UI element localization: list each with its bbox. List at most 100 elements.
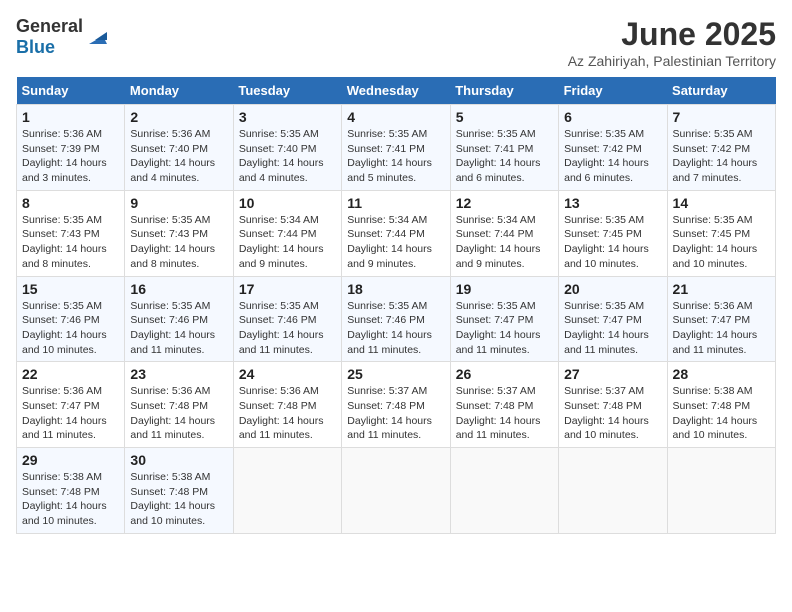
day-info: Sunrise: 5:37 AMSunset: 7:48 PMDaylight:…: [564, 385, 649, 441]
day-number: 8: [22, 195, 119, 211]
header-saturday: Saturday: [667, 77, 775, 105]
day-cell-29: 29 Sunrise: 5:38 AMSunset: 7:48 PMDaylig…: [17, 448, 125, 534]
day-cell-1: 1 Sunrise: 5:36 AMSunset: 7:39 PMDayligh…: [17, 105, 125, 191]
day-number: 4: [347, 109, 444, 125]
day-info: Sunrise: 5:36 AMSunset: 7:40 PMDaylight:…: [130, 128, 215, 184]
day-info: Sunrise: 5:35 AMSunset: 7:41 PMDaylight:…: [456, 128, 541, 184]
day-number: 11: [347, 195, 444, 211]
day-info: Sunrise: 5:35 AMSunset: 7:42 PMDaylight:…: [673, 128, 758, 184]
logo-blue: Blue: [16, 37, 55, 57]
title-block: June 2025 Az Zahiriyah, Palestinian Terr…: [568, 16, 776, 69]
empty-cell: [559, 448, 667, 534]
day-number: 28: [673, 366, 770, 382]
day-info: Sunrise: 5:38 AMSunset: 7:48 PMDaylight:…: [22, 471, 107, 527]
day-cell-15: 15 Sunrise: 5:35 AMSunset: 7:46 PMDaylig…: [17, 276, 125, 362]
day-info: Sunrise: 5:35 AMSunset: 7:46 PMDaylight:…: [130, 300, 215, 356]
day-cell-28: 28 Sunrise: 5:38 AMSunset: 7:48 PMDaylig…: [667, 362, 775, 448]
day-cell-24: 24 Sunrise: 5:36 AMSunset: 7:48 PMDaylig…: [233, 362, 341, 448]
day-info: Sunrise: 5:37 AMSunset: 7:48 PMDaylight:…: [347, 385, 432, 441]
day-number: 19: [456, 281, 553, 297]
day-info: Sunrise: 5:36 AMSunset: 7:47 PMDaylight:…: [673, 300, 758, 356]
day-info: Sunrise: 5:35 AMSunset: 7:46 PMDaylight:…: [22, 300, 107, 356]
day-number: 1: [22, 109, 119, 125]
day-number: 14: [673, 195, 770, 211]
day-info: Sunrise: 5:35 AMSunset: 7:46 PMDaylight:…: [239, 300, 324, 356]
day-cell-17: 17 Sunrise: 5:35 AMSunset: 7:46 PMDaylig…: [233, 276, 341, 362]
day-cell-11: 11 Sunrise: 5:34 AMSunset: 7:44 PMDaylig…: [342, 190, 450, 276]
day-cell-2: 2 Sunrise: 5:36 AMSunset: 7:40 PMDayligh…: [125, 105, 233, 191]
day-info: Sunrise: 5:35 AMSunset: 7:47 PMDaylight:…: [564, 300, 649, 356]
day-number: 27: [564, 366, 661, 382]
calendar-table: Sunday Monday Tuesday Wednesday Thursday…: [16, 77, 776, 534]
day-number: 12: [456, 195, 553, 211]
day-cell-9: 9 Sunrise: 5:35 AMSunset: 7:43 PMDayligh…: [125, 190, 233, 276]
header-tuesday: Tuesday: [233, 77, 341, 105]
day-info: Sunrise: 5:35 AMSunset: 7:42 PMDaylight:…: [564, 128, 649, 184]
day-cell-5: 5 Sunrise: 5:35 AMSunset: 7:41 PMDayligh…: [450, 105, 558, 191]
calendar-week-2: 8 Sunrise: 5:35 AMSunset: 7:43 PMDayligh…: [17, 190, 776, 276]
day-cell-13: 13 Sunrise: 5:35 AMSunset: 7:45 PMDaylig…: [559, 190, 667, 276]
day-cell-14: 14 Sunrise: 5:35 AMSunset: 7:45 PMDaylig…: [667, 190, 775, 276]
logo-icon: [85, 26, 107, 48]
day-number: 22: [22, 366, 119, 382]
day-info: Sunrise: 5:35 AMSunset: 7:41 PMDaylight:…: [347, 128, 432, 184]
day-number: 30: [130, 452, 227, 468]
day-cell-20: 20 Sunrise: 5:35 AMSunset: 7:47 PMDaylig…: [559, 276, 667, 362]
day-cell-12: 12 Sunrise: 5:34 AMSunset: 7:44 PMDaylig…: [450, 190, 558, 276]
calendar-week-4: 22 Sunrise: 5:36 AMSunset: 7:47 PMDaylig…: [17, 362, 776, 448]
logo-general: General: [16, 16, 83, 36]
day-cell-3: 3 Sunrise: 5:35 AMSunset: 7:40 PMDayligh…: [233, 105, 341, 191]
day-number: 25: [347, 366, 444, 382]
day-number: 15: [22, 281, 119, 297]
header-thursday: Thursday: [450, 77, 558, 105]
day-info: Sunrise: 5:35 AMSunset: 7:45 PMDaylight:…: [673, 214, 758, 270]
day-cell-18: 18 Sunrise: 5:35 AMSunset: 7:46 PMDaylig…: [342, 276, 450, 362]
day-number: 20: [564, 281, 661, 297]
day-info: Sunrise: 5:35 AMSunset: 7:46 PMDaylight:…: [347, 300, 432, 356]
day-number: 5: [456, 109, 553, 125]
day-cell-23: 23 Sunrise: 5:36 AMSunset: 7:48 PMDaylig…: [125, 362, 233, 448]
day-cell-19: 19 Sunrise: 5:35 AMSunset: 7:47 PMDaylig…: [450, 276, 558, 362]
empty-cell: [667, 448, 775, 534]
header-monday: Monday: [125, 77, 233, 105]
day-info: Sunrise: 5:38 AMSunset: 7:48 PMDaylight:…: [673, 385, 758, 441]
day-info: Sunrise: 5:35 AMSunset: 7:45 PMDaylight:…: [564, 214, 649, 270]
logo: General Blue: [16, 16, 107, 58]
day-number: 26: [456, 366, 553, 382]
day-info: Sunrise: 5:37 AMSunset: 7:48 PMDaylight:…: [456, 385, 541, 441]
day-info: Sunrise: 5:36 AMSunset: 7:48 PMDaylight:…: [239, 385, 324, 441]
empty-cell: [342, 448, 450, 534]
calendar-week-5: 29 Sunrise: 5:38 AMSunset: 7:48 PMDaylig…: [17, 448, 776, 534]
day-number: 23: [130, 366, 227, 382]
calendar-week-1: 1 Sunrise: 5:36 AMSunset: 7:39 PMDayligh…: [17, 105, 776, 191]
day-number: 21: [673, 281, 770, 297]
page-header: General Blue June 2025 Az Zahiriyah, Pal…: [16, 16, 776, 69]
day-number: 6: [564, 109, 661, 125]
day-number: 17: [239, 281, 336, 297]
day-info: Sunrise: 5:35 AMSunset: 7:47 PMDaylight:…: [456, 300, 541, 356]
day-number: 29: [22, 452, 119, 468]
day-info: Sunrise: 5:35 AMSunset: 7:43 PMDaylight:…: [130, 214, 215, 270]
day-info: Sunrise: 5:34 AMSunset: 7:44 PMDaylight:…: [347, 214, 432, 270]
day-cell-4: 4 Sunrise: 5:35 AMSunset: 7:41 PMDayligh…: [342, 105, 450, 191]
location-title: Az Zahiriyah, Palestinian Territory: [568, 53, 776, 69]
day-cell-30: 30 Sunrise: 5:38 AMSunset: 7:48 PMDaylig…: [125, 448, 233, 534]
day-info: Sunrise: 5:38 AMSunset: 7:48 PMDaylight:…: [130, 471, 215, 527]
day-info: Sunrise: 5:35 AMSunset: 7:40 PMDaylight:…: [239, 128, 324, 184]
day-number: 18: [347, 281, 444, 297]
day-number: 10: [239, 195, 336, 211]
header-sunday: Sunday: [17, 77, 125, 105]
day-number: 3: [239, 109, 336, 125]
day-number: 24: [239, 366, 336, 382]
day-number: 7: [673, 109, 770, 125]
day-info: Sunrise: 5:34 AMSunset: 7:44 PMDaylight:…: [239, 214, 324, 270]
day-cell-16: 16 Sunrise: 5:35 AMSunset: 7:46 PMDaylig…: [125, 276, 233, 362]
day-info: Sunrise: 5:36 AMSunset: 7:48 PMDaylight:…: [130, 385, 215, 441]
day-info: Sunrise: 5:34 AMSunset: 7:44 PMDaylight:…: [456, 214, 541, 270]
day-cell-26: 26 Sunrise: 5:37 AMSunset: 7:48 PMDaylig…: [450, 362, 558, 448]
day-number: 16: [130, 281, 227, 297]
empty-cell: [450, 448, 558, 534]
logo-text: General Blue: [16, 16, 83, 58]
day-info: Sunrise: 5:36 AMSunset: 7:39 PMDaylight:…: [22, 128, 107, 184]
day-info: Sunrise: 5:36 AMSunset: 7:47 PMDaylight:…: [22, 385, 107, 441]
